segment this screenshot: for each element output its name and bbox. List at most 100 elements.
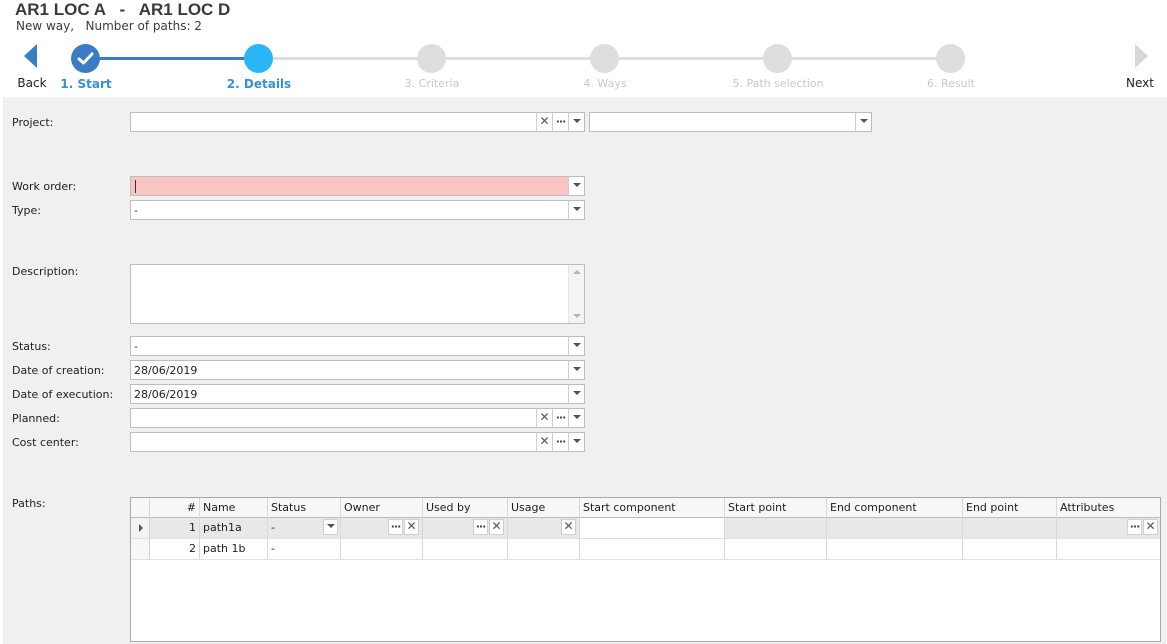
column-header-name[interactable]: Name — [200, 498, 268, 518]
ellipsis-icon[interactable]: ··· — [388, 519, 403, 535]
row-indicator[interactable] — [131, 539, 150, 559]
project-field[interactable]: ✕ ··· — [130, 112, 585, 132]
next-button[interactable]: Next — [1120, 42, 1160, 92]
cell-used-by[interactable]: ··· ✕ — [423, 518, 508, 538]
next-label: Next — [1126, 76, 1154, 90]
step-1-label[interactable]: 1. Start — [26, 77, 146, 91]
step-5-label: 5. Path selection — [732, 77, 824, 90]
step-connector-5 — [792, 57, 937, 60]
execution-date-label: Date of execution: — [12, 388, 114, 401]
cell-name[interactable]: path 1b — [200, 539, 268, 559]
cost-center-field[interactable]: ✕ ··· — [130, 432, 585, 452]
cell-status[interactable]: - — [268, 518, 341, 538]
chevron-down-icon[interactable] — [568, 433, 584, 451]
planned-label: Planned: — [12, 412, 60, 425]
cell-end-component[interactable] — [827, 518, 963, 538]
clear-icon[interactable]: ✕ — [561, 519, 576, 535]
project-secondary-select[interactable] — [589, 112, 872, 132]
cell-start-point[interactable] — [725, 518, 827, 538]
cell-start-component[interactable] — [580, 518, 725, 538]
cell-attributes[interactable]: ··· ✕ — [1057, 518, 1160, 538]
column-header-status[interactable]: Status — [268, 498, 341, 518]
creation-date-picker[interactable]: 28/06/2019 — [130, 360, 585, 380]
type-label: Type: — [12, 204, 41, 217]
cell-start-component[interactable] — [580, 539, 725, 559]
cell-name[interactable]: path1a — [200, 518, 268, 538]
chevron-down-icon[interactable] — [855, 113, 871, 131]
cell-attributes[interactable] — [1057, 539, 1160, 559]
cell-end-point[interactable] — [963, 518, 1057, 538]
clear-icon[interactable]: ✕ — [1143, 519, 1158, 535]
chevron-down-icon[interactable] — [568, 177, 584, 195]
table-row[interactable]: 1 path1a - ··· ✕ ··· ✕ ✕ ··· ✕ — [131, 518, 1160, 539]
scroll-up-icon[interactable] — [573, 270, 581, 274]
column-header-owner[interactable]: Owner — [341, 498, 423, 518]
paths-label: Paths: — [12, 497, 46, 510]
column-header-start-component[interactable]: Start component — [580, 498, 725, 518]
column-header-start-point[interactable]: Start point — [725, 498, 827, 518]
cell-number: 2 — [150, 539, 200, 559]
work-order-field[interactable] — [130, 176, 585, 196]
column-header-end-component[interactable]: End component — [827, 498, 963, 518]
step-5-dot — [763, 44, 792, 73]
chevron-down-icon[interactable] — [568, 361, 584, 379]
scroll-down-icon[interactable] — [573, 314, 581, 318]
step-4-label: 4. Ways — [583, 77, 627, 90]
cell-usage[interactable] — [508, 539, 580, 559]
step-1-dot[interactable] — [71, 44, 100, 73]
status-select[interactable]: - — [130, 336, 585, 356]
cell-used-by[interactable] — [423, 539, 508, 559]
chevron-down-icon[interactable] — [568, 409, 584, 427]
step-4-dot — [590, 44, 619, 73]
description-label: Description: — [12, 265, 79, 278]
cell-end-component[interactable] — [827, 539, 963, 559]
ellipsis-icon[interactable]: ··· — [473, 519, 488, 535]
description-scrollbar[interactable] — [568, 265, 584, 323]
paths-grid[interactable]: # Name Status Owner Used by Usage Start … — [130, 497, 1161, 642]
cell-owner[interactable]: ··· ✕ — [341, 518, 423, 538]
cell-usage[interactable]: ✕ — [508, 518, 580, 538]
column-header-end-point[interactable]: End point — [963, 498, 1057, 518]
work-order-label: Work order: — [12, 180, 77, 193]
chevron-down-icon[interactable] — [568, 385, 584, 403]
chevron-down-icon[interactable] — [568, 337, 584, 355]
clear-icon[interactable]: ✕ — [404, 519, 419, 535]
column-header-used-by[interactable]: Used by — [423, 498, 508, 518]
cell-start-point[interactable] — [725, 539, 827, 559]
step-connector-1 — [100, 57, 245, 60]
type-value: - — [134, 204, 138, 217]
chevron-down-icon[interactable] — [568, 113, 584, 131]
chevron-down-icon[interactable] — [323, 519, 338, 535]
step-6-label: 6. Result — [927, 77, 975, 90]
planned-field[interactable]: ✕ ··· — [130, 408, 585, 428]
step-2-label[interactable]: 2. Details — [199, 77, 319, 91]
chevron-down-icon[interactable] — [568, 201, 584, 219]
column-header-attributes[interactable]: Attributes — [1057, 498, 1160, 518]
page-title: AR1 LOC A - AR1 LOC D — [15, 0, 231, 19]
grid-header-row: # Name Status Owner Used by Usage Start … — [131, 498, 1160, 518]
step-2-dot[interactable] — [244, 44, 273, 73]
step-6-dot — [936, 44, 965, 73]
execution-date-picker[interactable]: 28/06/2019 — [130, 384, 585, 404]
ellipsis-icon[interactable]: ··· — [1127, 519, 1142, 535]
status-label: Status: — [12, 340, 51, 353]
cell-end-point[interactable] — [963, 539, 1057, 559]
type-select[interactable]: - — [130, 200, 585, 220]
cell-owner[interactable] — [341, 539, 423, 559]
creation-date-value: 28/06/2019 — [134, 364, 198, 377]
ellipsis-icon[interactable]: ··· — [552, 409, 568, 427]
clear-icon[interactable]: ✕ — [536, 409, 552, 427]
ellipsis-icon[interactable]: ··· — [552, 113, 568, 131]
column-header-number[interactable]: # — [150, 498, 200, 518]
step-3-label: 3. Criteria — [404, 77, 460, 90]
table-row[interactable]: 2 path 1b - — [131, 539, 1160, 560]
column-header-usage[interactable]: Usage — [508, 498, 580, 518]
cell-status[interactable]: - — [268, 539, 341, 559]
clear-icon[interactable]: ✕ — [489, 519, 504, 535]
back-arrow-icon — [24, 44, 37, 68]
row-indicator[interactable] — [131, 518, 150, 538]
clear-icon[interactable]: ✕ — [536, 113, 552, 131]
clear-icon[interactable]: ✕ — [536, 433, 552, 451]
description-textarea[interactable] — [130, 264, 585, 324]
ellipsis-icon[interactable]: ··· — [552, 433, 568, 451]
